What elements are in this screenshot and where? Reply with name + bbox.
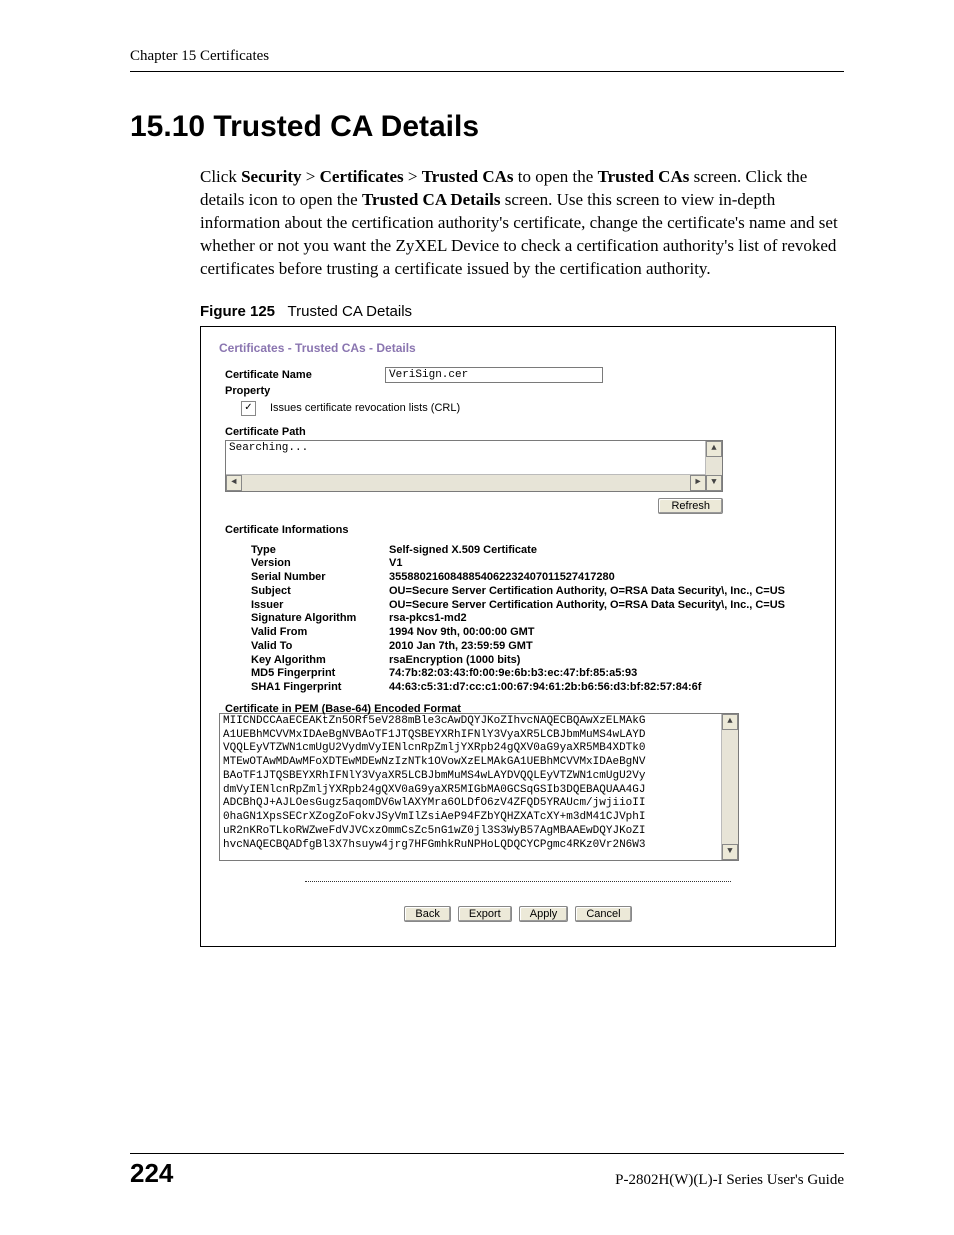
cert-path-label: Certificate Path [219,426,817,438]
info-issuer-label: Issuer [225,599,389,613]
scroll-right-icon[interactable]: ► [690,475,706,491]
refresh-button[interactable]: Refresh [658,498,723,514]
crl-checkbox[interactable]: ✓ [241,401,256,416]
info-subject-value: OU=Secure Server Certification Authority… [389,585,817,599]
separator [305,881,731,884]
crl-checkbox-label: Issues certificate revocation lists (CRL… [270,402,460,414]
info-validfrom-label: Valid From [225,626,389,640]
cert-info-block: TypeSelf-signed X.509 Certificate Versio… [219,544,817,695]
cancel-button[interactable]: Cancel [575,906,631,922]
info-type-label: Type [225,544,389,558]
info-validto-value: 2010 Jan 7th, 23:59:59 GMT [389,640,817,654]
para-text: to open the [514,167,598,186]
page-number: 224 [130,1158,173,1189]
scrollbar-vertical[interactable]: ▲ ▼ [721,714,738,860]
intro-paragraph: Click Security > Certificates > Trusted … [130,166,844,281]
running-header: Chapter 15 Certificates [130,48,844,72]
section-title: 15.10 Trusted CA Details [130,110,844,144]
screenshot-frame: Certificates - Trusted CAs - Details Cer… [200,326,836,947]
scroll-up-icon[interactable]: ▲ [722,714,738,730]
pem-box[interactable]: MIICNDCCAaECEAKtZn5ORf5eV288mBle3cAwDQYJ… [219,713,739,861]
cert-info-label: Certificate Informations [219,524,817,536]
bold-certificates: Certificates [320,167,404,186]
cert-name-input[interactable] [385,367,603,383]
pem-value: MIICNDCCAaECEAKtZn5ORf5eV288mBle3cAwDQYJ… [223,715,720,853]
pem-label: Certificate in PEM (Base-64) Encoded For… [219,703,817,715]
export-button[interactable]: Export [458,906,512,922]
info-md5-label: MD5 Fingerprint [225,667,389,681]
page-footer: 224 P-2802H(W)(L)-I Series User's Guide [130,1153,844,1189]
info-sha1-value: 44:63:c5:31:d7:cc:c1:00:67:94:61:2b:b6:5… [389,681,817,695]
bold-security: Security [241,167,301,186]
para-gt: > [302,167,320,186]
para-gt: > [404,167,422,186]
property-label: Property [219,385,385,397]
info-version-label: Version [225,557,389,571]
info-keyalg-value: rsaEncryption (1000 bits) [389,654,817,668]
info-serial-label: Serial Number [225,571,389,585]
info-sigalg-value: rsa-pkcs1-md2 [389,612,817,626]
button-row: Back Export Apply Cancel [219,906,817,922]
back-button[interactable]: Back [404,906,450,922]
scroll-left-icon[interactable]: ◄ [226,475,242,491]
scroll-up-icon[interactable]: ▲ [706,441,722,457]
scroll-down-icon[interactable]: ▼ [722,844,738,860]
info-validfrom-value: 1994 Nov 9th, 00:00:00 GMT [389,626,817,640]
figure-title: Trusted CA Details [288,303,413,320]
guide-name: P-2802H(W)(L)-I Series User's Guide [615,1172,844,1189]
scrollbar-vertical[interactable]: ▲ ▼ [705,441,722,491]
info-issuer-value: OU=Secure Server Certification Authority… [389,599,817,613]
info-sigalg-label: Signature Algorithm [225,612,389,626]
cert-name-label: Certificate Name [219,369,385,381]
info-subject-label: Subject [225,585,389,599]
para-text: Click [200,167,241,186]
scroll-down-icon[interactable]: ▼ [706,475,722,491]
info-validto-label: Valid To [225,640,389,654]
info-keyalg-label: Key Algorithm [225,654,389,668]
info-version-value: V1 [389,557,817,571]
breadcrumb: Certificates - Trusted CAs - Details [219,341,817,355]
info-sha1-label: SHA1 Fingerprint [225,681,389,695]
bold-trusted-ca-details: Trusted CA Details [362,190,501,209]
cert-path-box[interactable]: Searching... ▲ ▼ ◄ ► [225,440,723,492]
info-serial-value: 3558802160848854062232407011527417280 [389,571,817,585]
apply-button[interactable]: Apply [519,906,569,922]
cert-path-value: Searching... [229,442,704,470]
figure-caption: Figure 125 Trusted CA Details [130,303,844,320]
figure-label: Figure 125 [200,303,275,320]
info-type-value: Self-signed X.509 Certificate [389,544,817,558]
bold-trusted-cas-1: Trusted CAs [422,167,514,186]
scrollbar-horizontal[interactable]: ◄ ► [226,474,706,491]
bold-trusted-cas-2: Trusted CAs [598,167,690,186]
info-md5-value: 74:7b:82:03:43:f0:00:9e:6b:b3:ec:47:bf:8… [389,667,817,681]
